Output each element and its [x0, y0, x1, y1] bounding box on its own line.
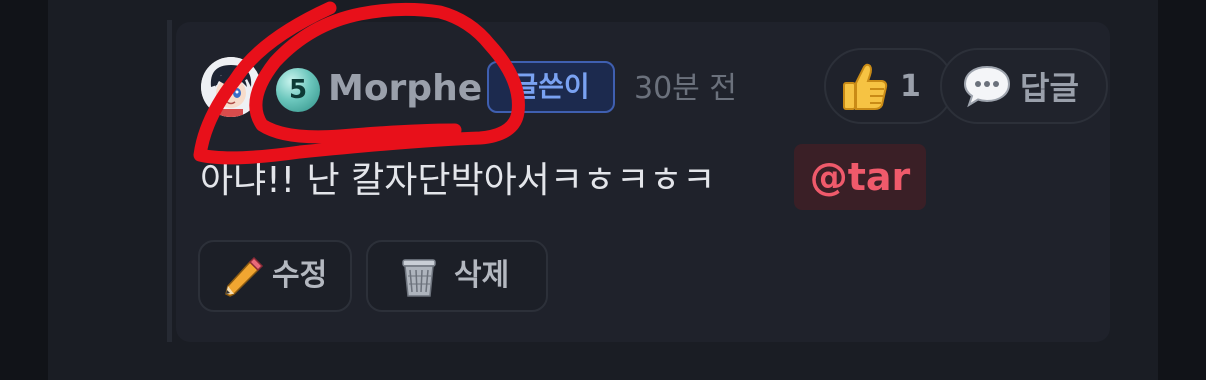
delete-label: 삭제: [454, 258, 510, 293]
thumbs-up-icon: [843, 63, 888, 110]
pencil-icon: [225, 256, 264, 297]
avatar[interactable]: [201, 57, 261, 117]
comment-page: 5 Morphe 글쓴이 30분 전 1 답글 아냐!! 난 칼자단박아서ㅋㅎㅋ…: [0, 0, 1206, 380]
level-number: 5: [288, 75, 308, 105]
delete-button[interactable]: 삭제: [366, 240, 548, 312]
edit-label: 수정: [272, 258, 328, 293]
username[interactable]: Morphe: [328, 66, 482, 112]
avatar-icon: [201, 57, 261, 117]
level-badge-icon: 5: [276, 68, 320, 112]
comment-body: 아냐!! 난 칼자단박아서ㅋㅎㅋㅎㅋ: [200, 160, 716, 201]
like-count: 1: [900, 69, 921, 104]
mention-tag[interactable]: @tar: [794, 144, 926, 210]
author-badge: 글쓴이: [487, 61, 615, 113]
trash-can-icon: [402, 259, 436, 297]
speech-bubble-icon: [963, 65, 1011, 108]
edit-button[interactable]: 수정: [198, 240, 352, 312]
comment-timestamp: 30분 전: [634, 71, 737, 106]
reply-label: 답글: [1020, 69, 1079, 107]
reply-thread-line: [167, 20, 172, 342]
